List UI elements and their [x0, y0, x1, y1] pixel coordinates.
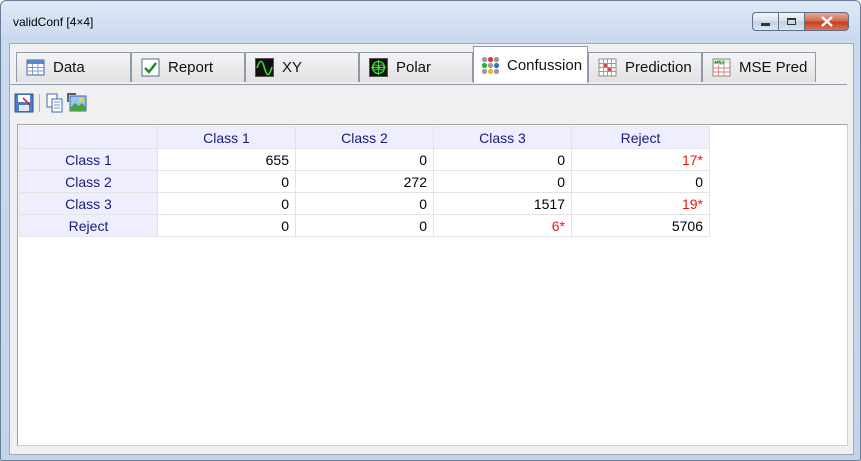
matrix-cell[interactable]: 6*	[433, 214, 572, 237]
title-bar[interactable]: validConf [4×4]	[1, 1, 860, 43]
confusion-window: validConf [4×4] Data Report XY Polar Con…	[0, 0, 861, 461]
minimize-icon	[761, 23, 770, 26]
maximize-button[interactable]	[778, 12, 804, 31]
tab-label: Prediction	[625, 59, 692, 76]
window-title: validConf [4×4]	[13, 15, 94, 29]
mse-icon	[712, 58, 731, 77]
tab-label: Report	[168, 59, 214, 76]
close-button[interactable]	[804, 12, 849, 31]
matrix-cell[interactable]: 1517	[433, 192, 572, 215]
matrix-cell[interactable]: 0	[433, 148, 572, 171]
maximize-icon	[787, 18, 796, 25]
tab-label: Polar	[396, 59, 432, 76]
window-client-area: Data Report XY Polar Confussion Predicti…	[9, 43, 854, 455]
close-icon	[820, 16, 833, 27]
table-row: Class 2 0 272 0 0	[19, 170, 710, 193]
tab-report[interactable]: Report	[131, 52, 245, 82]
tab-data[interactable]: Data	[16, 52, 131, 82]
save-icon	[14, 93, 34, 113]
column-header[interactable]: Reject	[571, 126, 710, 149]
table-row: Class 3 0 0 1517 19*	[19, 192, 710, 215]
matrix-cell[interactable]: 17*	[571, 148, 710, 171]
toolbar	[14, 92, 89, 114]
matrix-cell[interactable]: 0	[157, 170, 296, 193]
sine-wave-icon	[255, 58, 274, 77]
matrix-cell[interactable]: 0	[157, 192, 296, 215]
header-row: Class 1 Class 2 Class 3 Reject	[19, 126, 710, 149]
matrix-cell[interactable]: 0	[157, 214, 296, 237]
column-header[interactable]: Class 1	[157, 126, 296, 149]
matrix-cell[interactable]: 272	[295, 170, 434, 193]
minimize-button[interactable]	[752, 12, 778, 31]
tab-label: XY	[282, 59, 303, 76]
matrix-cell[interactable]: 0	[433, 170, 572, 193]
table-row: Reject 0 0 6* 5706	[19, 214, 710, 237]
polar-plot-icon	[369, 58, 388, 77]
matrix-cell[interactable]: 5706	[571, 214, 710, 237]
matrix-cell[interactable]: 0	[295, 192, 434, 215]
copy-button[interactable]	[45, 93, 65, 113]
export-image-icon	[67, 93, 87, 112]
tab-label: Data	[53, 59, 85, 76]
checkmark-icon	[141, 58, 160, 77]
grid-chart-icon	[598, 58, 617, 77]
column-header[interactable]: Class 2	[295, 126, 434, 149]
export-image-button[interactable]	[67, 93, 87, 113]
corner-cell	[19, 126, 158, 149]
column-header[interactable]: Class 3	[433, 126, 572, 149]
row-header[interactable]: Class 3	[19, 192, 158, 215]
tab-polar[interactable]: Polar	[359, 52, 473, 82]
table-icon	[26, 59, 45, 76]
tab-mse-pred[interactable]: MSE Pred	[702, 52, 816, 82]
tab-xy[interactable]: XY	[245, 52, 359, 82]
matrix-cell[interactable]: 0	[571, 170, 710, 193]
save-button[interactable]	[14, 93, 34, 113]
tab-confussion[interactable]: Confussion	[473, 46, 588, 83]
copy-icon	[46, 93, 63, 113]
matrix-cell[interactable]: 19*	[571, 192, 710, 215]
confusion-matrix-table: Class 1 Class 2 Class 3 Reject Class 1 6…	[19, 126, 710, 237]
colored-dots-icon	[481, 56, 500, 74]
tab-label: MSE Pred	[739, 59, 808, 76]
toolbar-separator	[39, 94, 40, 112]
tab-label: Confussion	[507, 56, 583, 74]
confusion-matrix-grid[interactable]: Class 1 Class 2 Class 3 Reject Class 1 6…	[17, 124, 848, 446]
matrix-cell[interactable]: 655	[157, 148, 296, 171]
table-row: Class 1 655 0 0 17*	[19, 148, 710, 171]
window-controls	[752, 12, 849, 31]
tab-prediction[interactable]: Prediction	[588, 52, 702, 82]
matrix-cell[interactable]: 0	[295, 148, 434, 171]
row-header[interactable]: Class 2	[19, 170, 158, 193]
row-header[interactable]: Reject	[19, 214, 158, 237]
row-header[interactable]: Class 1	[19, 148, 158, 171]
matrix-cell[interactable]: 0	[295, 214, 434, 237]
tab-baseline	[10, 84, 847, 85]
